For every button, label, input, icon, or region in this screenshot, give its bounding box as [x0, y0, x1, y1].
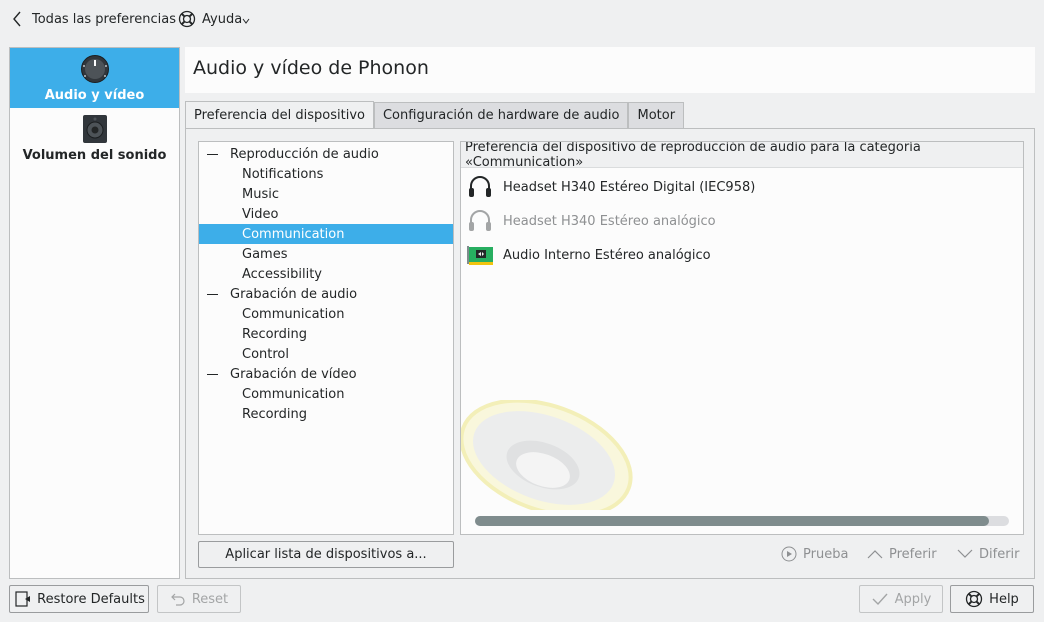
- undo-icon: [170, 593, 185, 606]
- back-label: Todas las preferencias: [32, 11, 176, 27]
- tree-item[interactable]: Control: [199, 344, 453, 364]
- collapse-icon[interactable]: [207, 373, 218, 375]
- defer-button[interactable]: Diferir: [957, 542, 1020, 566]
- tree-item-label: Games: [242, 246, 288, 262]
- main-content: Audio y vídeo de Phonon Preferencia del …: [185, 47, 1035, 579]
- tree-item-label: Grabación de audio: [230, 286, 358, 302]
- tree-item-label: Video: [242, 206, 279, 222]
- prefer-button[interactable]: Preferir: [867, 542, 937, 566]
- help-menu-button[interactable]: Ayuda: [178, 8, 250, 30]
- tree-item-label: Recording: [242, 326, 308, 342]
- play-circle-icon: [781, 546, 797, 562]
- horizontal-scrollbar[interactable]: [475, 516, 1009, 526]
- apply-button[interactable]: Apply: [859, 585, 943, 613]
- device-list-header: Preferencia del dispositivo de reproducc…: [461, 141, 1023, 170]
- category-sidebar: Audio y vídeo Volumen del sonido: [9, 47, 180, 579]
- help-menu-label: Ayuda: [202, 11, 243, 27]
- tab-label: Motor: [637, 108, 676, 123]
- tree-item-label: Music: [242, 186, 279, 202]
- device-list-header-label: Preferencia del dispositivo de reproducc…: [465, 141, 921, 170]
- tree-item[interactable]: Video: [199, 204, 453, 224]
- tree-item-selected[interactable]: Communication: [199, 224, 453, 244]
- sidebar-item-sound-volume[interactable]: Volumen del sonido: [10, 108, 179, 168]
- chevron-up-icon: [867, 550, 883, 559]
- tab-panel: Reproducción de audio Notifications Musi…: [185, 128, 1035, 579]
- headset-icon: [469, 176, 491, 197]
- tree-item[interactable]: Notifications: [199, 164, 453, 184]
- sound-card-icon: [467, 246, 493, 265]
- checkmark-icon: [872, 593, 888, 606]
- tree-item-label: Communication: [242, 226, 345, 242]
- speaker-box-icon: [82, 115, 107, 143]
- top-toolbar: Todas las preferencias Ayuda: [0, 0, 1044, 40]
- tree-item-label: Control: [242, 346, 289, 362]
- lifebuoy-icon: [178, 10, 196, 28]
- button-label: Diferir: [979, 546, 1020, 562]
- tree-item-label: Grabación de vídeo: [230, 366, 357, 382]
- tree-item[interactable]: Communication: [199, 304, 453, 324]
- page-title: Audio y vídeo de Phonon: [193, 57, 429, 79]
- button-label: Aplicar lista de dispositivos a...: [225, 547, 427, 562]
- collapse-icon[interactable]: [207, 293, 218, 295]
- test-button[interactable]: Prueba: [781, 542, 848, 566]
- tree-group-audio-playback[interactable]: Reproducción de audio: [199, 144, 453, 164]
- sidebar-item-label: Volumen del sonido: [22, 148, 167, 163]
- tree-item-label: Notifications: [242, 166, 324, 182]
- tree-item[interactable]: Recording: [199, 404, 453, 424]
- sidebar-item-label: Audio y vídeo: [44, 88, 145, 103]
- tree-item[interactable]: Recording: [199, 324, 453, 344]
- tree-item-label: Reproducción de audio: [230, 146, 379, 162]
- device-label: Headset H340 Estéreo Digital (IEC958): [503, 179, 756, 195]
- button-label: Reset: [191, 591, 229, 607]
- tree-group-video-recording[interactable]: Grabación de vídeo: [199, 364, 453, 384]
- reset-button[interactable]: Reset: [157, 585, 241, 613]
- tree-group-audio-recording[interactable]: Grabación de audio: [199, 284, 453, 304]
- help-button[interactable]: Help: [950, 585, 1034, 613]
- headset-icon: [469, 210, 491, 231]
- device-row[interactable]: Audio Interno Estéreo analógico: [467, 240, 711, 270]
- tab-label: Preferencia del dispositivo: [194, 107, 365, 123]
- tab-device-preference[interactable]: Preferencia del dispositivo: [185, 101, 374, 129]
- apply-device-list-button[interactable]: Aplicar lista de dispositivos a...: [198, 541, 454, 568]
- device-list[interactable]: Preferencia del dispositivo de reproducc…: [460, 141, 1024, 535]
- button-label: Preferir: [889, 546, 937, 562]
- collapse-icon[interactable]: [207, 153, 218, 155]
- tab-backend[interactable]: Motor: [628, 102, 685, 129]
- chevron-down-icon: [957, 549, 973, 558]
- back-button[interactable]: Todas las preferencias: [10, 8, 176, 30]
- button-label: Prueba: [803, 546, 849, 562]
- tree-item-label: Communication: [242, 306, 345, 322]
- page-header: Audio y vídeo de Phonon: [185, 47, 1035, 93]
- category-tree[interactable]: Reproducción de audio Notifications Musi…: [198, 141, 454, 535]
- tree-item-label: Communication: [242, 386, 345, 402]
- tab-bar: Preferencia del dispositivo Configuració…: [185, 101, 685, 129]
- tree-item[interactable]: Music: [199, 184, 453, 204]
- device-row-unavailable[interactable]: Headset H340 Estéreo analógico: [467, 206, 716, 236]
- knob-icon: [80, 55, 109, 83]
- device-row[interactable]: Headset H340 Estéreo Digital (IEC958): [467, 172, 755, 202]
- speaker-watermark-icon: [461, 400, 633, 510]
- tree-item[interactable]: Accessibility: [199, 264, 453, 284]
- device-label: Headset H340 Estéreo analógico: [503, 213, 716, 229]
- scrollbar-thumb[interactable]: [475, 516, 989, 526]
- tab-label: Configuración de hardware de audio: [382, 108, 620, 123]
- lifebuoy-icon: [966, 590, 983, 608]
- restore-defaults-button[interactable]: Restore Defaults: [9, 585, 149, 613]
- tab-audio-hardware-setup[interactable]: Configuración de hardware de audio: [373, 102, 629, 129]
- tree-item[interactable]: Games: [199, 244, 453, 264]
- tree-item-label: Recording: [242, 406, 308, 422]
- sidebar-item-audio-video[interactable]: Audio y vídeo: [10, 48, 179, 108]
- chevron-left-icon: [13, 11, 21, 27]
- tree-item[interactable]: Communication: [199, 384, 453, 404]
- button-label: Apply: [894, 591, 932, 607]
- restore-defaults-icon: [15, 591, 31, 607]
- device-label: Audio Interno Estéreo analógico: [503, 247, 711, 263]
- button-label: Help: [989, 591, 1019, 607]
- button-label: Restore Defaults: [37, 591, 145, 607]
- chevron-down-icon: [242, 18, 250, 24]
- tree-item-label: Accessibility: [242, 266, 322, 282]
